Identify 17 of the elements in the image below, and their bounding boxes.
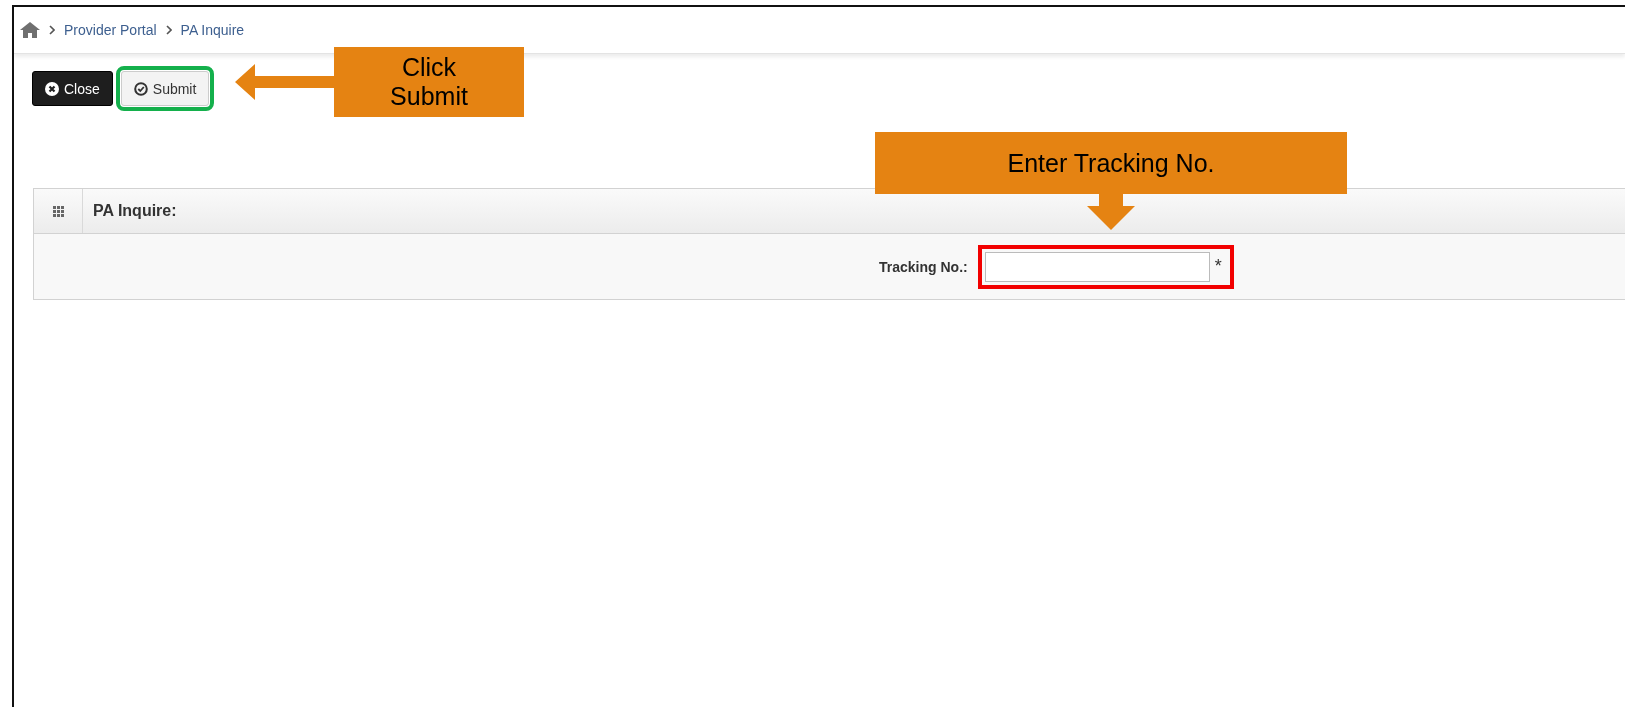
home-icon[interactable] bbox=[20, 21, 40, 39]
callout-box: Click Submit bbox=[334, 47, 524, 117]
callout-box: Enter Tracking No. bbox=[875, 132, 1347, 194]
breadcrumb-link[interactable]: PA Inquire bbox=[180, 22, 245, 38]
check-circle-icon bbox=[133, 81, 148, 96]
panel-title: PA Inquire: bbox=[92, 202, 177, 220]
arrow-icon bbox=[235, 62, 335, 102]
field-label: Tracking No.: bbox=[879, 258, 968, 275]
grid-icon bbox=[52, 205, 64, 217]
chevron-icon bbox=[165, 25, 172, 35]
chevron-icon bbox=[49, 25, 55, 35]
tracking-number-field[interactable] bbox=[984, 251, 1210, 282]
required-mark: * bbox=[1214, 256, 1222, 277]
close-icon bbox=[45, 81, 59, 96]
arrow-icon bbox=[1087, 194, 1135, 230]
close-button[interactable]: Close bbox=[32, 71, 113, 106]
breadcrumb-link[interactable]: Provider Portal bbox=[64, 22, 157, 38]
